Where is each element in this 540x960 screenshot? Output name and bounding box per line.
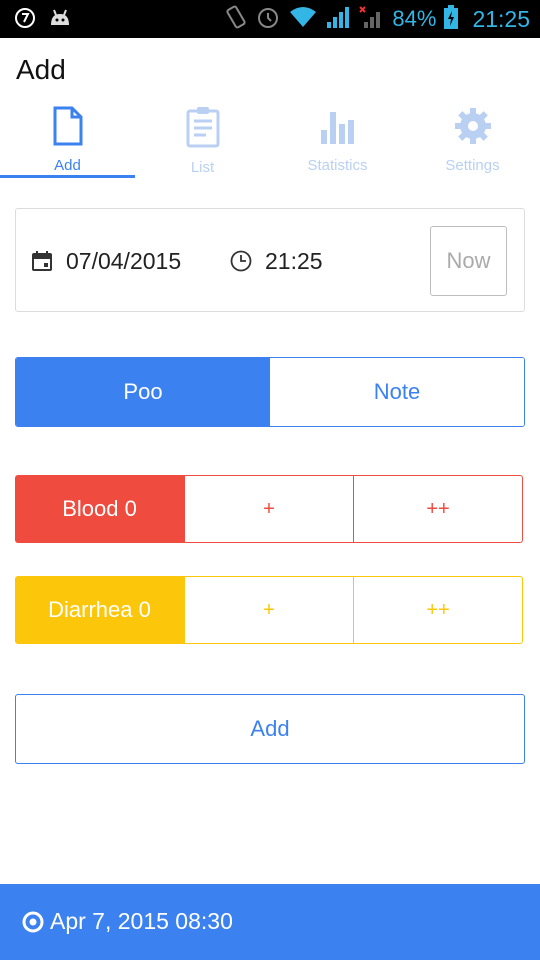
signal-icon	[326, 5, 350, 34]
gear-icon	[453, 104, 493, 151]
time-field[interactable]: 21:25	[265, 248, 323, 275]
clipboard-list-icon	[186, 104, 220, 153]
signal-no-data-icon	[358, 4, 384, 35]
tab-statistics[interactable]: Statistics	[270, 104, 405, 180]
target-icon	[22, 911, 44, 938]
vibrate-icon	[224, 4, 248, 35]
clock-app-icon	[14, 7, 36, 34]
tab-settings-label: Settings	[445, 157, 500, 174]
blood-plus-plus-button[interactable]: ++	[354, 475, 523, 543]
tab-add[interactable]: Add	[0, 104, 135, 180]
entry-type-toggle: Poo Note	[15, 357, 525, 427]
status-bar: 84% 21:25	[0, 0, 540, 38]
active-tab-indicator	[0, 175, 135, 178]
tab-bar: Add List Statistics Settings	[0, 104, 540, 180]
datetime-card: 07/04/2015 21:25 Now	[15, 208, 525, 312]
document-icon	[52, 104, 84, 151]
tab-statistics-label: Statistics	[307, 157, 368, 174]
blood-level-button[interactable]: Blood 0	[15, 475, 184, 543]
add-button[interactable]: Add	[15, 694, 525, 764]
tab-settings[interactable]: Settings	[405, 104, 540, 180]
status-time: 21:25	[472, 6, 530, 32]
battery-percent: 84%	[392, 6, 437, 31]
tab-list-label: List	[190, 159, 215, 176]
note-option[interactable]: Note	[270, 358, 524, 426]
footer-bar[interactable]: Apr 7, 2015 08:30	[0, 884, 540, 960]
tab-list[interactable]: List	[135, 104, 270, 180]
page-title: Add	[16, 54, 66, 85]
bar-chart-icon	[320, 104, 356, 151]
diarrhea-level-button[interactable]: Diarrhea 0	[15, 576, 184, 644]
diarrhea-selector: Diarrhea 0 + ++	[15, 576, 523, 644]
now-button[interactable]: Now	[430, 226, 507, 296]
tab-add-label: Add	[54, 157, 81, 174]
blood-plus-button[interactable]: +	[184, 475, 354, 543]
battery-charging-icon	[444, 4, 459, 34]
calendar-icon[interactable]	[32, 251, 52, 276]
clock-icon[interactable]	[230, 250, 252, 277]
android-debug-icon	[48, 7, 72, 34]
alarm-icon	[256, 4, 280, 35]
diarrhea-plus-plus-button[interactable]: ++	[354, 576, 523, 644]
poo-option[interactable]: Poo	[16, 358, 270, 426]
last-entry-text: Apr 7, 2015 08:30	[50, 908, 233, 934]
blood-selector: Blood 0 + ++	[15, 475, 523, 543]
diarrhea-plus-button[interactable]: +	[184, 576, 354, 644]
date-field[interactable]: 07/04/2015	[66, 248, 181, 275]
wifi-icon	[288, 5, 318, 34]
